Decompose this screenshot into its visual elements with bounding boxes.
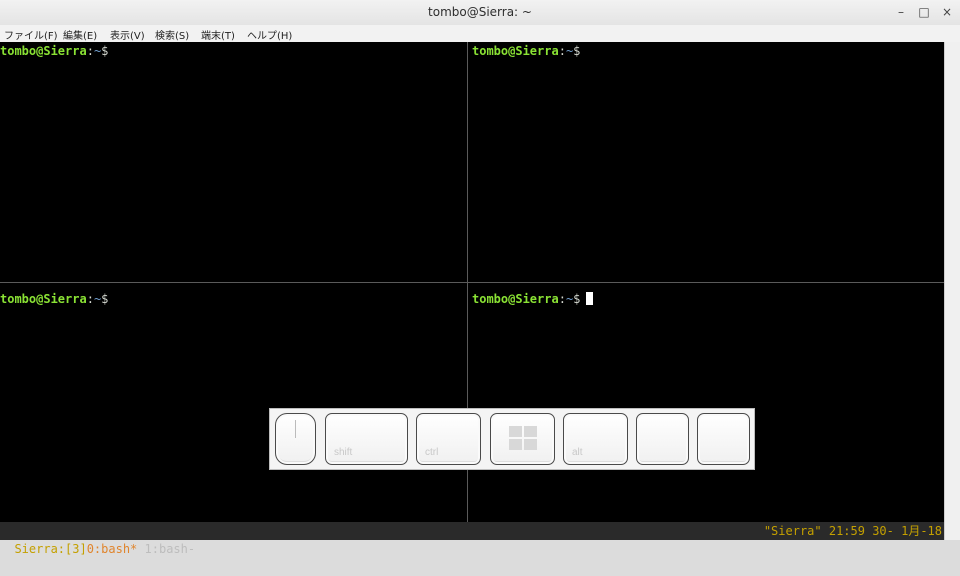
menu-file[interactable]: ファイル(F): [4, 27, 58, 42]
menu-edit[interactable]: 編集(E): [63, 27, 97, 42]
shift-key: shift: [325, 413, 408, 465]
blank-key: [697, 413, 750, 465]
key-press-overlay: shift ctrl alt: [269, 408, 755, 470]
pane-top-left-prompt: tombo@Sierra:~$: [0, 44, 108, 58]
menu-search[interactable]: 検索(S): [155, 27, 189, 42]
alt-key-label: alt: [572, 447, 583, 458]
text-cursor: [586, 292, 594, 305]
menu-terminal[interactable]: 端末(T): [201, 27, 235, 42]
prompt-colon: :: [558, 292, 566, 306]
tmux-status-line: Sierra:[3]0:bash* 1:bash- "Sierra" 21:59…: [0, 522, 944, 556]
ctrl-key: ctrl: [416, 413, 481, 465]
prompt-colon: :: [86, 292, 94, 306]
title-bar: tombo@Sierra: ~ – □ ×: [0, 0, 960, 26]
prompt-sign: $: [573, 44, 581, 58]
scrollbar-corner: [944, 522, 960, 540]
minimize-icon[interactable]: –: [894, 5, 908, 19]
status-right: "Sierra" 21:59 30- 1月-18: [763, 524, 942, 538]
windows-key: [490, 413, 555, 465]
prompt-user: tombo@Sierra: [472, 44, 559, 58]
status-session: Sierra:[3]: [14, 542, 87, 556]
prompt-user: tombo@Sierra: [0, 44, 87, 58]
pane-bottom-right-prompt: tombo@Sierra:~$: [472, 292, 594, 306]
prompt-sign: $: [573, 292, 581, 306]
close-icon[interactable]: ×: [940, 5, 954, 19]
menu-view[interactable]: 表示(V): [110, 27, 145, 42]
mouse-wheel-icon: [295, 420, 296, 438]
blank-key: [636, 413, 689, 465]
prompt-user: tombo@Sierra: [0, 292, 87, 306]
pane-top-right-prompt: tombo@Sierra:~$: [472, 44, 580, 58]
window-title: tombo@Sierra: ~: [428, 5, 532, 19]
mouse-icon: [275, 413, 316, 465]
menu-bar: ファイル(F) 編集(E) 表示(V) 検索(S) 端末(T) ヘルプ(H): [0, 25, 960, 43]
status-active-window[interactable]: 0:bash*: [87, 542, 138, 556]
status-inactive-window[interactable]: 1:bash-: [145, 542, 196, 556]
maximize-icon[interactable]: □: [917, 5, 931, 19]
alt-key: alt: [563, 413, 628, 465]
prompt-sign: $: [101, 44, 109, 58]
prompt-colon: :: [86, 44, 94, 58]
terminal-scrollbar[interactable]: [944, 42, 960, 522]
menu-help[interactable]: ヘルプ(H): [247, 27, 292, 42]
windows-logo-icon: [509, 426, 539, 452]
pane-bottom-left-prompt: tombo@Sierra:~$: [0, 292, 108, 306]
ctrl-key-label: ctrl: [425, 447, 439, 458]
shift-key-label: shift: [334, 447, 353, 458]
pane-divider-horizontal[interactable]: [0, 282, 944, 283]
prompt-colon: :: [558, 44, 566, 58]
prompt-sign: $: [101, 292, 109, 306]
prompt-user: tombo@Sierra: [472, 292, 559, 306]
